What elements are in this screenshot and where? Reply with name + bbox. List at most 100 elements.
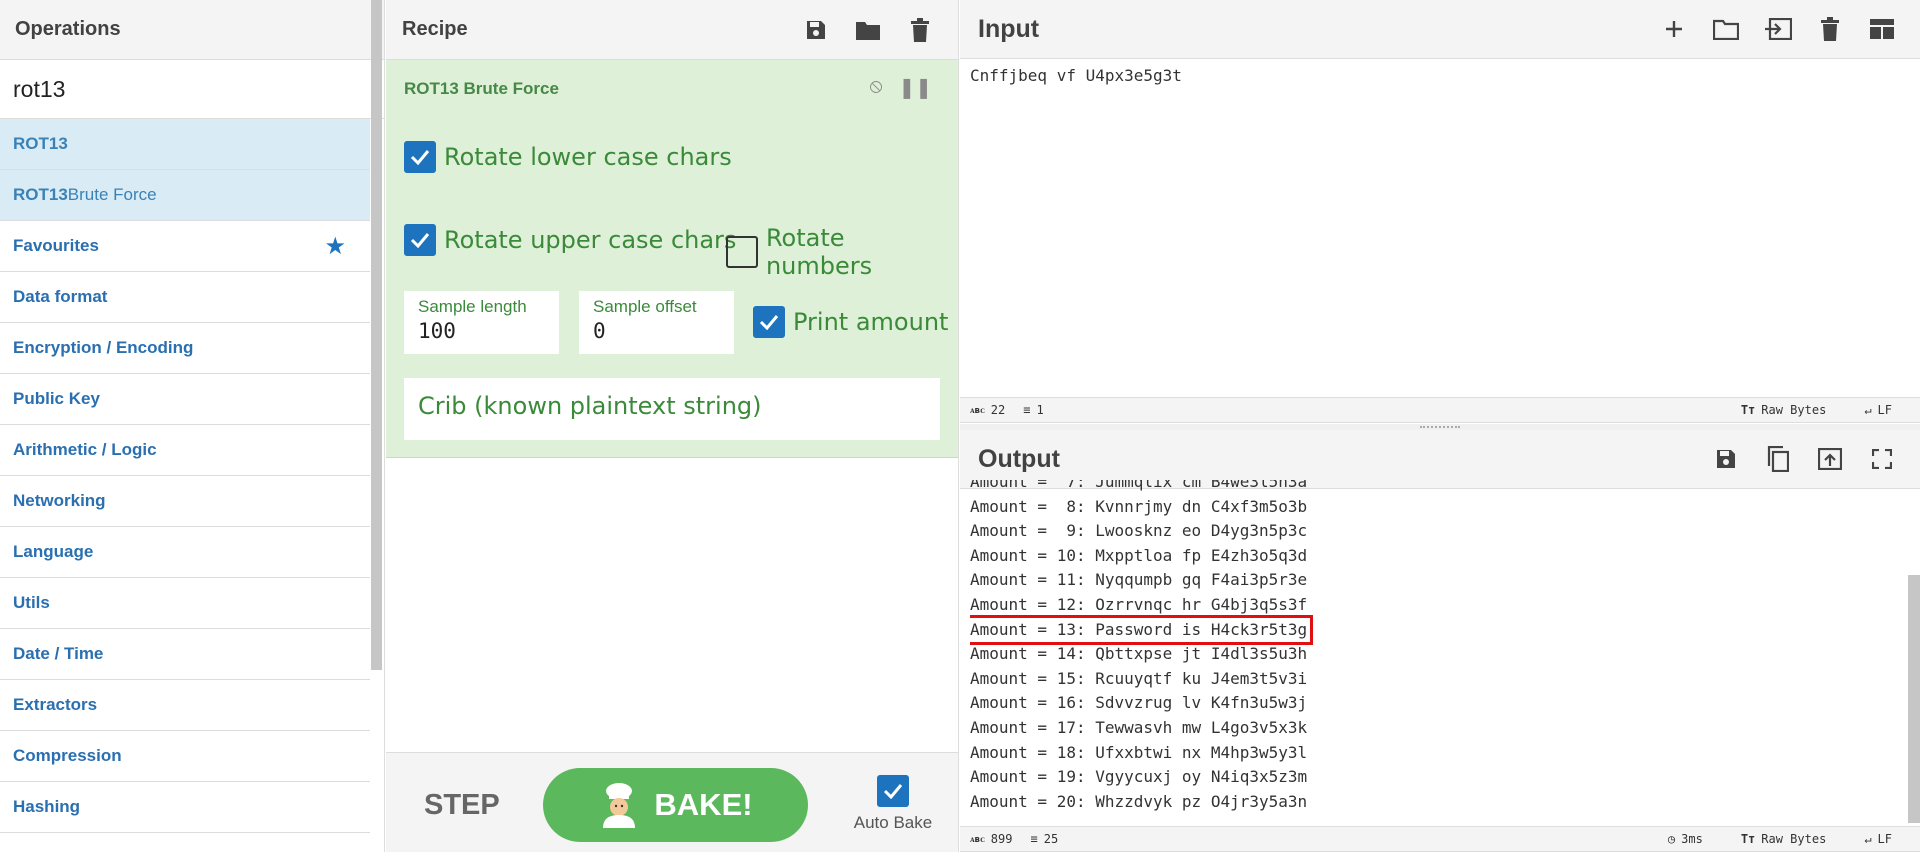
- line-count-value: 25: [1043, 832, 1059, 846]
- clock-icon: ◷: [1667, 832, 1676, 846]
- recipe-title: Recipe: [402, 18, 468, 40]
- encoding-value: Raw Bytes: [1761, 403, 1827, 417]
- trash-icon[interactable]: [1814, 13, 1846, 45]
- text-size-icon: Tт: [1740, 403, 1756, 417]
- op-result-rot13-brute-force[interactable]: ROT13 Brute Force: [0, 170, 370, 221]
- disable-icon[interactable]: ⦸: [869, 75, 882, 100]
- field-value[interactable]: 100: [418, 319, 545, 343]
- layout-icon[interactable]: [1866, 13, 1898, 45]
- checkbox-checked-icon: [877, 775, 909, 807]
- op-result-match: ROT13: [13, 134, 68, 153]
- operations-scrollbar[interactable]: [371, 0, 382, 670]
- category-data-format[interactable]: Data format: [0, 272, 370, 323]
- checkbox-checked-icon: [753, 306, 785, 338]
- checkbox-checked-icon: [404, 141, 436, 173]
- field-label: Sample offset: [593, 297, 697, 316]
- category-language[interactable]: Language: [0, 527, 370, 578]
- char-count: ᴀʙᴄ 899: [970, 832, 1012, 846]
- copy-icon[interactable]: [1762, 443, 1794, 475]
- sample-length-field[interactable]: Sample length 100: [404, 291, 559, 354]
- input-header: Input: [960, 0, 1920, 59]
- field-label: Sample length: [418, 297, 527, 316]
- char-count-value: 899: [990, 832, 1013, 846]
- char-count: ᴀʙᴄ 22: [970, 403, 1005, 417]
- bake-time: ◷ 3ms: [1668, 832, 1703, 846]
- checkbox-label: Print amount: [793, 308, 949, 336]
- save-icon[interactable]: [800, 14, 832, 46]
- rotate-numbers-checkbox[interactable]: Rotate numbers: [726, 224, 958, 280]
- input-textarea[interactable]: Cnffjbeq vf U4px3e5g3t: [970, 66, 1182, 85]
- star-icon: ★: [324, 232, 346, 260]
- recipe-operation-card: ROT13 Brute Force ⦸ ❚❚ Rotate lower case…: [386, 60, 958, 458]
- text-size-icon: Tт: [1740, 832, 1756, 846]
- category-label: Date / Time: [13, 644, 104, 663]
- operations-list: ROT13 ROT13 Brute Force Favourites ★ Dat…: [0, 119, 370, 833]
- input-title: Input: [978, 14, 1040, 43]
- category-encryption-encoding[interactable]: Encryption / Encoding: [0, 323, 370, 374]
- auto-bake-checkbox[interactable]: Auto Bake: [848, 775, 938, 833]
- auto-bake-label: Auto Bake: [853, 813, 933, 832]
- output-line: Amount = 20: Whzzdvyk pz O4jr3y5a3n: [970, 791, 1308, 811]
- category-extractors[interactable]: Extractors: [0, 680, 370, 731]
- sample-offset-field[interactable]: Sample offset 0: [579, 291, 734, 354]
- output-line: Amount = 19: Vgyycuxj oy N4iq3x5z3m: [970, 767, 1308, 787]
- output-text[interactable]: Amount = 7: Jummqlix cm B4we3l5h3a Amoun…: [970, 480, 1890, 820]
- trash-icon[interactable]: [904, 14, 936, 46]
- operations-title: Operations: [0, 0, 384, 60]
- print-amount-checkbox[interactable]: Print amount: [753, 306, 948, 338]
- category-compression[interactable]: Compression: [0, 731, 370, 782]
- category-arithmetic-logic[interactable]: Arithmetic / Logic: [0, 425, 370, 476]
- output-line: Amount = 18: Ufxxbtwi nx M4hp3w5y3l: [970, 742, 1308, 762]
- pause-icon[interactable]: ❚❚: [898, 75, 932, 100]
- return-icon: ↵: [1864, 832, 1872, 846]
- category-networking[interactable]: Networking: [0, 476, 370, 527]
- operations-search-input[interactable]: rot13: [0, 60, 384, 119]
- recipe-header: Recipe: [386, 0, 958, 60]
- category-label: Encryption / Encoding: [13, 338, 194, 357]
- category-hashing[interactable]: Hashing: [0, 782, 370, 833]
- category-label: Compression: [13, 746, 122, 765]
- output-line: Amount = 7: Jummqlix cm B4we3l5h3a: [970, 480, 1308, 491]
- eol-selector[interactable]: ↵ LF: [1864, 403, 1892, 417]
- rotate-upper-checkbox[interactable]: Rotate upper case chars: [404, 224, 736, 256]
- add-icon[interactable]: [1658, 13, 1690, 45]
- encoding-selector[interactable]: Tт Raw Bytes: [1741, 403, 1826, 417]
- output-line: Amount = 11: Nyqqumpb gq F4ai3p5r3e: [970, 570, 1308, 590]
- line-count: ≡ 25: [1030, 832, 1058, 846]
- output-line: Amount = 12: Ozrrvnqc hr G4bj3q5s3f: [970, 594, 1308, 614]
- rotate-lower-checkbox[interactable]: Rotate lower case chars: [404, 141, 732, 173]
- category-label: Language: [13, 542, 94, 561]
- highlighted-output-line: Amount = 13: Password is H4ck3r5t3g: [970, 614, 1314, 646]
- open-folder-icon[interactable]: [1710, 13, 1742, 45]
- eol-selector[interactable]: ↵ LF: [1864, 832, 1892, 846]
- encoding-selector[interactable]: Tт Raw Bytes: [1741, 832, 1826, 846]
- resize-grip-icon: [1420, 426, 1460, 428]
- category-label: Hashing: [13, 797, 81, 816]
- lines-icon: ≡: [1023, 403, 1031, 417]
- crib-input[interactable]: Crib (known plaintext string): [404, 378, 940, 440]
- open-file-icon[interactable]: [1762, 13, 1794, 45]
- category-public-key[interactable]: Public Key: [0, 374, 370, 425]
- bake-bar: STEP BAKE! Auto Bake: [386, 752, 958, 852]
- recipe-panel: Recipe ROT13 Brute Force ⦸ ❚❚ Rotate low…: [386, 0, 959, 852]
- encoding-value: Raw Bytes: [1761, 832, 1827, 846]
- category-label: Public Key: [13, 389, 100, 408]
- output-line: Amount = 14: Qbttxpse jt I4dl3s5u3h: [970, 644, 1308, 664]
- input-status-bar: ᴀʙᴄ 22 ≡ 1 Tт Raw Bytes ↵ LF: [960, 397, 1920, 423]
- folder-icon[interactable]: [852, 14, 884, 46]
- category-date-time[interactable]: Date / Time: [0, 629, 370, 680]
- field-value[interactable]: 0: [593, 319, 720, 343]
- bake-button[interactable]: BAKE!: [543, 768, 808, 842]
- maximize-icon[interactable]: [1866, 443, 1898, 475]
- output-line: Amount = 15: Rcuuyqtf ku J4em3t5v3i: [970, 668, 1308, 688]
- category-label: Utils: [13, 593, 50, 612]
- category-utils[interactable]: Utils: [0, 578, 370, 629]
- output-title: Output: [978, 444, 1060, 473]
- replace-input-icon[interactable]: [1814, 443, 1846, 475]
- checkbox-unchecked-icon: [726, 236, 758, 268]
- op-result-rot13[interactable]: ROT13: [0, 119, 370, 170]
- step-button[interactable]: STEP: [424, 789, 500, 822]
- category-favourites[interactable]: Favourites ★: [0, 221, 370, 272]
- output-scrollbar[interactable]: [1908, 575, 1920, 823]
- save-output-icon[interactable]: [1710, 443, 1742, 475]
